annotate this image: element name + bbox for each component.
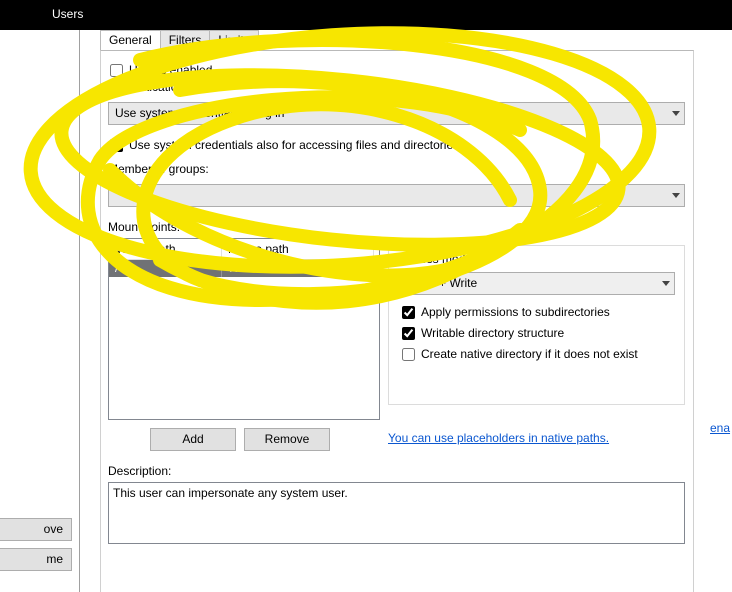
users-list-pane: ove me: [0, 30, 80, 592]
placeholders-link[interactable]: You can use placeholders in native paths…: [388, 431, 609, 445]
description-textarea[interactable]: [108, 482, 685, 544]
edge-link-fragment[interactable]: ena: [710, 421, 732, 435]
chevron-down-icon: [662, 281, 670, 286]
add-button[interactable]: Add: [150, 428, 236, 451]
remove-button-partial[interactable]: ove: [0, 518, 72, 541]
member-of-groups-label: Member of groups:: [108, 162, 209, 176]
description-label: Description:: [108, 464, 171, 478]
window-title: Users: [52, 7, 83, 21]
mount-points-label: Mount points:: [108, 220, 180, 234]
apply-perms-checkbox[interactable]: [402, 306, 415, 319]
tab-limits[interactable]: Limits: [209, 30, 258, 51]
mount-options-legend: Mount options: [396, 237, 479, 251]
chevron-down-icon: [672, 193, 680, 198]
user-properties-panel: General Filters Limits User is enabled A…: [92, 30, 700, 592]
access-mode-label: Access mode:: [400, 252, 475, 266]
user-enabled-row: User is enabled: [110, 63, 212, 77]
window-titlebar: Users: [0, 0, 732, 30]
credentials-files-row: Use system credentials also for accessin…: [110, 138, 459, 152]
credentials-files-label: Use system credentials also for accessin…: [129, 138, 459, 152]
apply-perms-label: Apply permissions to subdirectories: [421, 305, 610, 319]
member-of-groups-combo[interactable]: [108, 184, 685, 207]
cell-virtual-path: /: [109, 260, 222, 277]
credentials-files-checkbox[interactable]: [110, 139, 123, 152]
apply-perms-row: Apply permissions to subdirectories: [402, 305, 610, 319]
authentication-mode-combo[interactable]: Use system credentials to log in: [108, 102, 685, 125]
table-row[interactable]: / %<home>: [109, 260, 379, 277]
tab-filters[interactable]: Filters: [160, 30, 211, 51]
tab-general[interactable]: General: [100, 30, 161, 51]
create-native-checkbox[interactable]: [402, 348, 415, 361]
create-native-row: Create native directory if it does not e…: [402, 347, 638, 361]
writable-dir-checkbox[interactable]: [402, 327, 415, 340]
user-enabled-checkbox[interactable]: [110, 64, 123, 77]
access-mode-value: Read + Write: [407, 276, 477, 290]
mount-options-group: Mount options Access mode: Read + Write …: [388, 245, 685, 405]
rename-button-partial[interactable]: me: [0, 548, 72, 571]
authentication-mode-value: Use system credentials to log in: [115, 106, 284, 120]
writable-dir-row: Writable directory structure: [402, 326, 564, 340]
cell-native-path: %<home>: [222, 260, 374, 277]
create-native-label: Create native directory if it does not e…: [421, 347, 638, 361]
writable-dir-label: Writable directory structure: [421, 326, 564, 340]
user-enabled-label: User is enabled: [129, 63, 212, 77]
authentication-label: Authentication:: [108, 80, 187, 94]
chevron-down-icon: [672, 111, 680, 116]
access-mode-combo[interactable]: Read + Write: [400, 272, 675, 295]
remove-button[interactable]: Remove: [244, 428, 330, 451]
mount-points-list[interactable]: Virtual path Native path / %<home>: [108, 238, 380, 420]
column-native-path[interactable]: Native path: [222, 239, 374, 259]
column-virtual-path[interactable]: Virtual path: [109, 239, 222, 259]
